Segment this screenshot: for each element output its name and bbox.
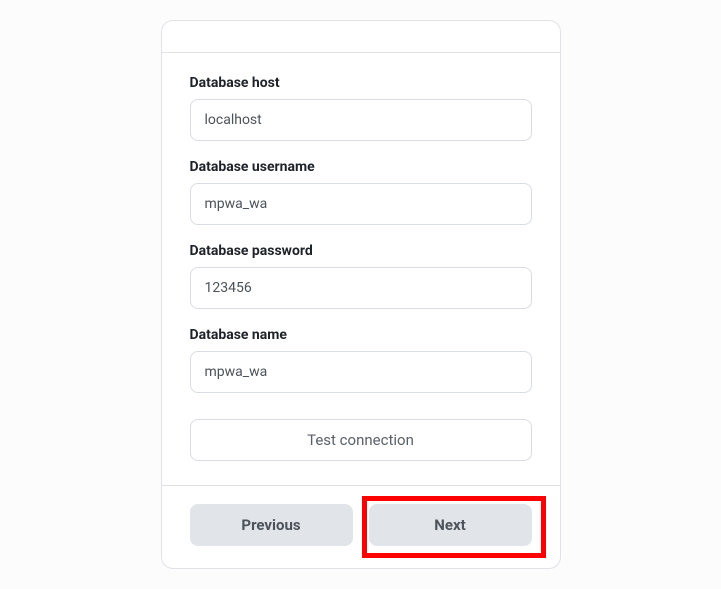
next-button[interactable]: Next	[369, 504, 532, 546]
database-name-input[interactable]	[190, 351, 532, 393]
database-password-group: Database password	[190, 243, 532, 309]
database-password-input[interactable]	[190, 267, 532, 309]
test-connection-button[interactable]: Test connection	[190, 419, 532, 461]
database-setup-card: Database host Database username Database…	[161, 20, 561, 569]
database-name-label: Database name	[190, 327, 532, 343]
database-host-input[interactable]	[190, 99, 532, 141]
database-password-label: Database password	[190, 243, 532, 259]
card-footer: Previous Next	[162, 485, 560, 568]
database-name-group: Database name	[190, 327, 532, 393]
database-host-label: Database host	[190, 75, 532, 91]
database-username-group: Database username	[190, 159, 532, 225]
card-body: Database host Database username Database…	[162, 53, 560, 485]
previous-button[interactable]: Previous	[190, 504, 353, 546]
database-host-group: Database host	[190, 75, 532, 141]
database-username-label: Database username	[190, 159, 532, 175]
card-header-spacer	[162, 21, 560, 53]
database-username-input[interactable]	[190, 183, 532, 225]
